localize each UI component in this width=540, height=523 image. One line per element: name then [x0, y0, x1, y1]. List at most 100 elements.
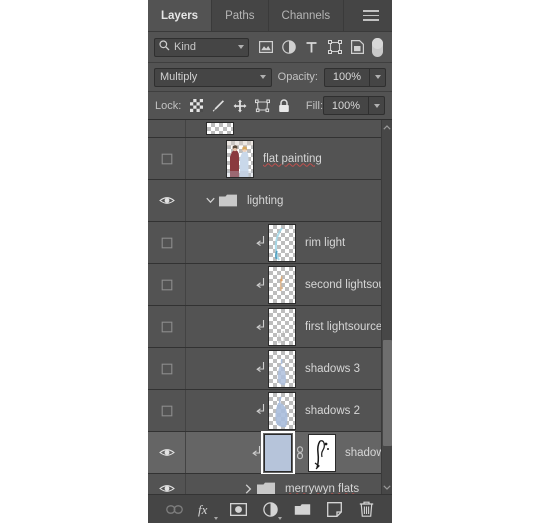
layer-visibility-toggle[interactable] [148, 390, 186, 431]
table-row[interactable]: shadows 2 [148, 390, 381, 432]
add-layer-mask-button[interactable] [229, 500, 248, 519]
fill-field[interactable]: 100% [323, 96, 385, 115]
layer-thumbnail[interactable] [268, 265, 296, 304]
layer-name[interactable]: flat painting [263, 153, 322, 165]
layer-name[interactable]: shadows 1 [345, 447, 381, 459]
eye-icon [158, 449, 175, 456]
layer-thumbnail[interactable] [268, 223, 296, 262]
delete-layer-button[interactable] [357, 500, 376, 519]
table-row[interactable]: lighting [148, 180, 381, 222]
layer-thumbnail[interactable] [226, 139, 254, 178]
new-group-button[interactable] [293, 500, 312, 519]
type-layer-filter-icon[interactable] [300, 35, 323, 59]
shape-layer-filter-icon[interactable] [323, 35, 346, 59]
layer-visibility-toggle[interactable] [148, 432, 186, 473]
filter-kind-label: Kind [174, 41, 197, 53]
layer-list: flat painting lighting rim light second … [148, 120, 381, 494]
new-adjustment-layer-button[interactable] [261, 500, 282, 520]
chevron-down-icon [259, 75, 266, 79]
lock-image-pixels-icon[interactable] [207, 95, 229, 117]
layer-visibility-toggle[interactable] [148, 120, 186, 137]
clipping-mask-arrow-icon [252, 277, 268, 292]
layer-thumbnail[interactable] [206, 122, 234, 135]
layer-visibility-toggle[interactable] [148, 138, 186, 179]
layer-thumbnail[interactable] [261, 430, 295, 475]
layer-name[interactable]: shadows 2 [305, 405, 360, 417]
hamburger-menu-icon[interactable] [363, 0, 383, 31]
eye-off-icon [161, 363, 172, 374]
adjustment-icon [262, 501, 278, 517]
opacity-field[interactable]: 100% [324, 67, 386, 87]
lock-position-icon[interactable] [229, 95, 251, 117]
lock-transparent-pixels-icon[interactable] [185, 95, 207, 117]
layer-name[interactable]: rim light [305, 237, 345, 249]
layer-name[interactable]: second lightsource [305, 279, 381, 291]
chevron-down-icon[interactable] [202, 197, 218, 204]
fill-slider-toggle[interactable] [368, 97, 384, 114]
layer-visibility-toggle[interactable] [148, 348, 186, 389]
layer-content: shadows 1 [186, 430, 381, 475]
mask-icon [229, 502, 247, 516]
link-icon [165, 504, 183, 514]
table-row[interactable]: flat painting [148, 138, 381, 180]
folder-icon [218, 193, 238, 208]
fill-label: Fill: [305, 99, 323, 112]
opacity-slider-toggle[interactable] [369, 68, 385, 86]
table-row[interactable] [148, 120, 381, 138]
search-icon [159, 40, 170, 54]
lock-all-icon[interactable] [273, 95, 295, 117]
layer-thumbnail[interactable] [268, 349, 296, 388]
layer-mask-thumbnail[interactable] [308, 433, 336, 472]
link-layers-button[interactable] [165, 500, 184, 519]
layer-style-button[interactable]: fx [197, 500, 218, 520]
filter-type-icons [254, 35, 383, 59]
layer-visibility-toggle[interactable] [148, 474, 186, 494]
filter-kind-dropdown[interactable]: Kind [154, 37, 249, 57]
new-layer-icon [326, 501, 342, 517]
fx-icon: fx [198, 502, 208, 517]
layer-name[interactable]: lighting [247, 195, 283, 207]
adjustment-layer-filter-icon[interactable] [277, 35, 300, 59]
layer-content: rim light [186, 222, 381, 263]
layer-name[interactable]: merrywyn flats [285, 483, 359, 495]
layer-name[interactable]: shadows 3 [305, 363, 360, 375]
layer-thumbnail[interactable] [268, 307, 296, 346]
scrollbar-thumb[interactable] [383, 340, 392, 446]
clipping-mask-arrow-icon [252, 403, 268, 418]
tab-channels[interactable]: Channels [269, 0, 345, 31]
scroll-up-arrow-icon[interactable] [382, 120, 392, 134]
layer-content [186, 120, 381, 137]
table-row[interactable]: rim light [148, 222, 381, 264]
layers-panel: Layers Paths Channels Kind Multiply Opac… [148, 0, 392, 523]
table-row[interactable]: first lightsource [148, 306, 381, 348]
chevron-down-icon [373, 103, 380, 108]
layer-visibility-toggle[interactable] [148, 180, 186, 221]
tab-layers[interactable]: Layers [148, 0, 213, 31]
trash-icon [359, 501, 373, 517]
scroll-down-arrow-icon[interactable] [382, 480, 392, 494]
table-row[interactable]: second lightsource [148, 264, 381, 306]
layer-list-scrollbar[interactable] [381, 120, 392, 494]
layer-visibility-toggle[interactable] [148, 222, 186, 263]
table-row[interactable]: shadows 1 [148, 430, 381, 475]
table-row[interactable]: shadows 3 [148, 348, 381, 390]
eye-icon [158, 197, 175, 204]
layer-visibility-toggle[interactable] [148, 306, 186, 347]
mask-link-icon[interactable] [293, 445, 307, 460]
new-layer-button[interactable] [325, 500, 344, 519]
filter-enable-toggle[interactable] [372, 37, 383, 57]
layer-thumbnail[interactable] [268, 391, 296, 430]
lock-artboard-nesting-icon[interactable] [251, 95, 273, 117]
svg-text:fx: fx [198, 502, 208, 517]
pixel-layer-filter-icon[interactable] [254, 35, 277, 59]
eye-off-icon [161, 405, 172, 416]
layer-name[interactable]: first lightsource [305, 321, 381, 333]
table-row[interactable]: merrywyn flats [148, 474, 381, 494]
layer-visibility-toggle[interactable] [148, 264, 186, 305]
layer-content: first lightsource [186, 306, 381, 347]
chevron-right-icon[interactable] [240, 483, 256, 494]
smart-object-filter-icon[interactable] [346, 35, 369, 59]
screenshot-root: Layers Paths Channels Kind Multiply Opac… [0, 0, 540, 523]
blend-mode-dropdown[interactable]: Multiply [154, 67, 272, 87]
tab-paths[interactable]: Paths [212, 0, 269, 31]
